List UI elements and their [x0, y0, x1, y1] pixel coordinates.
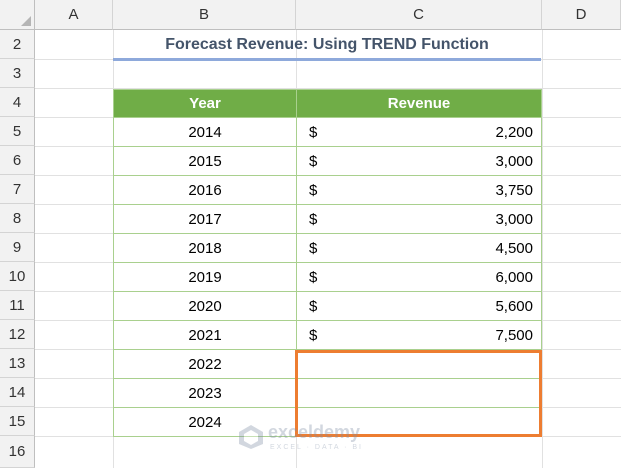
row-header-10[interactable]: 10 — [0, 262, 35, 291]
revenue-cell-empty[interactable] — [296, 379, 542, 408]
revenue-value: 3,000 — [495, 210, 533, 228]
year-cell[interactable]: 2019 — [113, 263, 297, 292]
title-underline — [113, 58, 541, 61]
year-cell[interactable]: 2016 — [113, 176, 297, 205]
row-header-9[interactable]: 9 — [0, 233, 35, 262]
row-header-6[interactable]: 6 — [0, 146, 35, 175]
year-cell[interactable]: 2023 — [113, 379, 297, 408]
watermark-name: exceldemy — [268, 422, 361, 442]
row-header-8[interactable]: 8 — [0, 204, 35, 233]
revenue-cell[interactable]: $7,500 — [296, 321, 542, 350]
revenue-value: 4,500 — [495, 239, 533, 257]
year-cell[interactable]: 2020 — [113, 292, 297, 321]
row-header-13[interactable]: 13 — [0, 349, 35, 378]
row-header-4[interactable]: 4 — [0, 88, 35, 117]
revenue-cell-empty[interactable] — [296, 350, 542, 379]
exceldemy-logo-icon — [239, 425, 263, 449]
watermark-tagline: EXCEL · DATA · BI — [270, 444, 363, 451]
header-year[interactable]: Year — [113, 89, 297, 118]
revenue-cell[interactable]: $6,000 — [296, 263, 542, 292]
year-cell[interactable]: 2014 — [113, 118, 297, 147]
year-cell[interactable]: 2015 — [113, 147, 297, 176]
revenue-cell[interactable]: $3,000 — [296, 147, 542, 176]
year-cell[interactable]: 2018 — [113, 234, 297, 263]
currency-symbol: $ — [309, 239, 318, 257]
gridline — [542, 30, 543, 468]
row-header-3[interactable]: 3 — [0, 59, 35, 88]
column-header-d[interactable]: D — [542, 0, 621, 30]
currency-symbol: $ — [309, 152, 318, 170]
revenue-value: 6,000 — [495, 268, 533, 286]
sheet-title[interactable]: Forecast Revenue: Using TREND Function — [113, 31, 541, 59]
currency-symbol: $ — [309, 181, 318, 199]
column-header-c[interactable]: C — [296, 0, 542, 30]
revenue-value: 5,600 — [495, 297, 533, 315]
currency-symbol: $ — [309, 268, 318, 286]
revenue-value: 3,750 — [495, 181, 533, 199]
spreadsheet-grid[interactable]: A B C D 2 3 4 5 6 7 8 9 10 11 12 13 14 1… — [0, 0, 621, 468]
revenue-cell[interactable]: $2,200 — [296, 118, 542, 147]
select-all-corner[interactable] — [0, 0, 35, 30]
exceldemy-watermark: exceldemy EXCEL · DATA · BI — [238, 420, 388, 460]
year-cell[interactable]: 2017 — [113, 205, 297, 234]
revenue-cell[interactable]: $4,500 — [296, 234, 542, 263]
row-header-2[interactable]: 2 — [0, 30, 35, 59]
row-header-11[interactable]: 11 — [0, 291, 35, 320]
revenue-cell[interactable]: $3,000 — [296, 205, 542, 234]
revenue-value: 3,000 — [495, 152, 533, 170]
revenue-cell[interactable]: $5,600 — [296, 292, 542, 321]
column-header-b[interactable]: B — [113, 0, 296, 30]
select-all-triangle-icon — [21, 16, 31, 26]
row-header-7[interactable]: 7 — [0, 175, 35, 204]
currency-symbol: $ — [309, 210, 318, 228]
currency-symbol: $ — [309, 326, 318, 344]
currency-symbol: $ — [309, 297, 318, 315]
row-header-5[interactable]: 5 — [0, 117, 35, 146]
row-header-14[interactable]: 14 — [0, 378, 35, 407]
year-cell[interactable]: 2021 — [113, 321, 297, 350]
revenue-value: 7,500 — [495, 326, 533, 344]
row-header-15[interactable]: 15 — [0, 407, 35, 436]
revenue-cell[interactable]: $3,750 — [296, 176, 542, 205]
currency-symbol: $ — [309, 123, 318, 141]
row-header-12[interactable]: 12 — [0, 320, 35, 349]
year-cell[interactable]: 2022 — [113, 350, 297, 379]
column-header-a[interactable]: A — [35, 0, 113, 30]
header-revenue[interactable]: Revenue — [296, 89, 542, 118]
row-header-16[interactable]: 16 — [0, 436, 35, 468]
revenue-value: 2,200 — [495, 123, 533, 141]
